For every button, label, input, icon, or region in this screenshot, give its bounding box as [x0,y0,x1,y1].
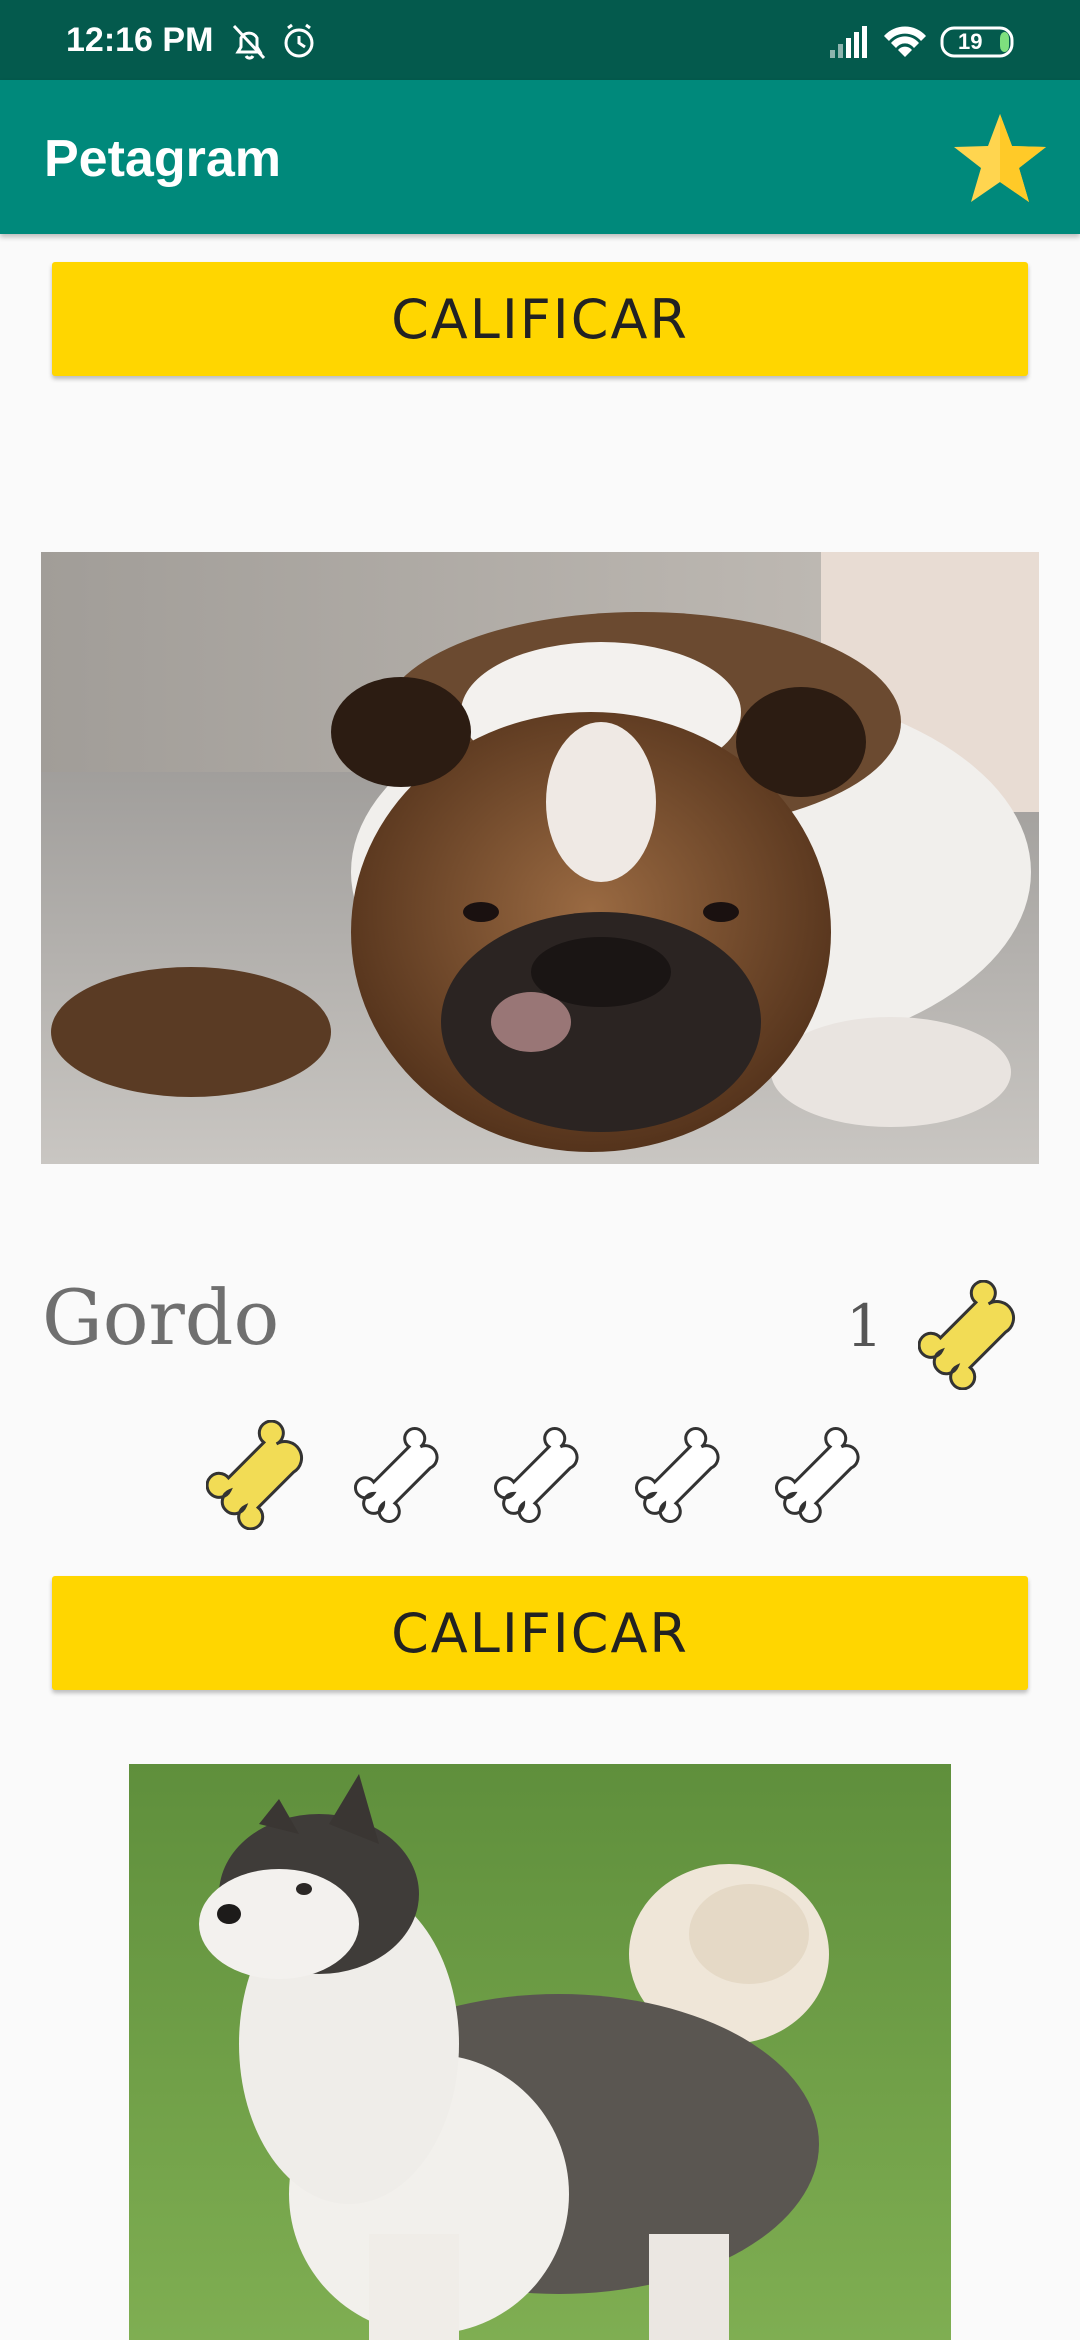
rate-button-bottom[interactable]: CALIFICAR [52,1576,1028,1690]
wifi-icon [884,26,926,57]
app-title: Petagram [44,130,281,188]
notifications-off-icon [232,24,266,60]
status-left-icons [228,20,338,68]
bone-outline-icon [353,1426,439,1524]
bone-icon [205,1419,304,1531]
rating-bone-2[interactable] [347,1420,457,1530]
status-right-icons: 19 [830,20,1020,68]
pet-photo-bulldog [41,552,1039,1164]
status-bar: 12:16 PM 19 [0,0,1080,80]
rating-bones [205,1419,878,1531]
alarm-icon [284,23,314,58]
pet-name: Gordo [42,1273,280,1362]
bone-outline-icon [774,1426,860,1524]
rating-bone-1[interactable] [205,1419,316,1531]
signal-icon [830,26,867,58]
rating-bone-4[interactable] [628,1420,738,1530]
bone-icon [917,1279,1028,1391]
bone-outline-icon [493,1426,579,1524]
pet-photo-husky [129,1764,951,2340]
rating-bone-3[interactable] [487,1420,597,1530]
status-time: 12:16 PM [66,21,214,59]
rate-button-top[interactable]: CALIFICAR [52,262,1028,376]
favorites-button[interactable] [952,110,1048,206]
star-icon [954,114,1046,202]
battery-level: 19 [958,29,983,54]
pet-likes-count: 1 [846,1292,883,1360]
rating-bone-5[interactable] [768,1420,878,1530]
bone-outline-icon [634,1426,720,1524]
app-bar: Petagram [0,80,1080,234]
